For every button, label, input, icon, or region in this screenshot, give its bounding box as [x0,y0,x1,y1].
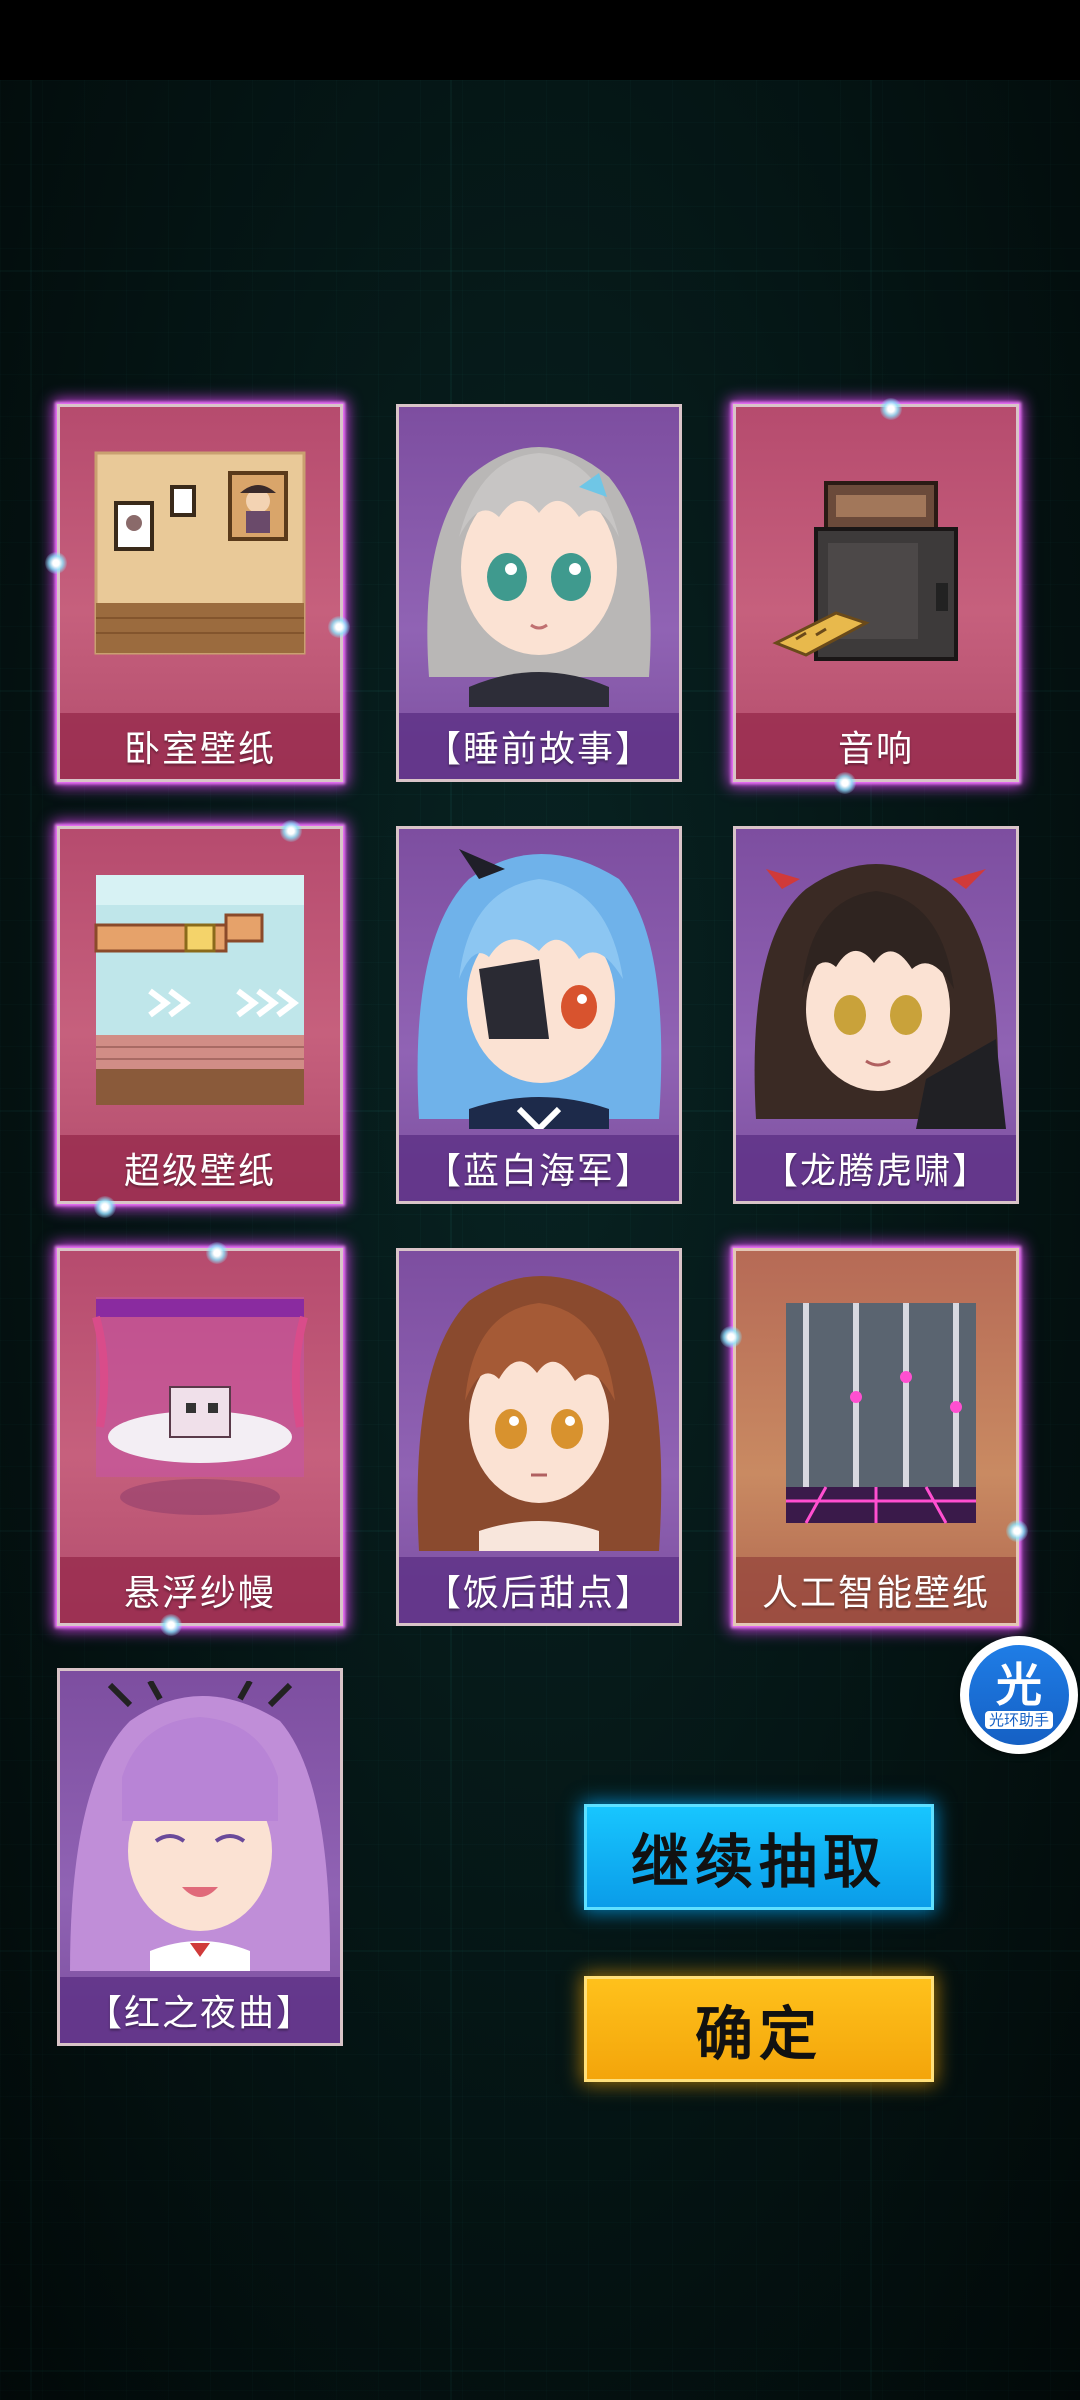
status-bar [0,0,1080,80]
bedroom-wallpaper-icon [94,451,306,655]
reward-card[interactable]: 【龙腾虎啸】 [733,826,1019,1204]
reward-card[interactable]: 悬浮纱幔 [57,1248,343,1626]
card-label: 超级壁纸 [60,1135,340,1201]
sparkle-icon [834,772,856,794]
sparkle-icon [206,1242,228,1264]
sparkle-icon [45,552,67,574]
assistant-icon: 光 光环助手 [969,1645,1069,1745]
sparkle-icon [720,1326,742,1348]
card-label: 人工智能壁纸 [736,1557,1016,1623]
ai-wallpaper-icon [786,1303,976,1524]
reward-card[interactable]: 【蓝白海军】 [396,826,682,1204]
card-label: 音响 [736,713,1016,779]
reward-card[interactable]: 卧室壁纸 [57,404,343,782]
sparkle-icon [160,1614,182,1636]
speaker-icon [772,481,958,661]
reward-card[interactable]: 【睡前故事】 [396,404,682,782]
reward-card[interactable]: 人工智能壁纸 [733,1248,1019,1626]
continue-draw-button[interactable]: 继续抽取 [584,1804,934,1910]
assistant-glyph: 光 [996,1658,1042,1712]
brown-hair-girl-portrait [417,1276,662,1551]
card-label: 【龙腾虎啸】 [736,1135,1016,1201]
gacha-result-screen: 卧室壁纸 【睡前故事】 音响 超级壁纸 【蓝白海军】 【龙腾虎啸】 悬浮纱幔 【… [0,0,1080,2400]
lavender-hair-girl-portrait [70,1681,330,1971]
reward-card[interactable]: 【红之夜曲】 [57,1668,343,2046]
card-label: 【蓝白海军】 [399,1135,679,1201]
reward-card[interactable]: 【饭后甜点】 [396,1248,682,1626]
card-label: 卧室壁纸 [60,713,340,779]
card-label: 【饭后甜点】 [399,1557,679,1623]
dark-hair-girl-portrait [754,864,1006,1129]
sparkle-icon [94,1196,116,1218]
assistant-floating-button[interactable]: 光 光环助手 [960,1636,1078,1754]
blue-hair-girl-portrait [417,849,662,1129]
confirm-button[interactable]: 确定 [584,1976,934,2082]
super-wallpaper-icon [94,875,304,1105]
card-label: 【红之夜曲】 [60,1977,340,2043]
silver-hair-girl-portrait [427,447,651,707]
sparkle-icon [880,398,902,420]
floating-canopy-icon [92,1297,308,1515]
card-label: 【睡前故事】 [399,713,679,779]
card-label: 悬浮纱幔 [60,1557,340,1623]
sparkle-icon [1006,1520,1028,1542]
reward-card[interactable]: 超级壁纸 [57,826,343,1204]
reward-card[interactable]: 音响 [733,404,1019,782]
sparkle-icon [328,616,350,638]
assistant-name: 光环助手 [984,1711,1053,1729]
sparkle-icon [280,820,302,842]
